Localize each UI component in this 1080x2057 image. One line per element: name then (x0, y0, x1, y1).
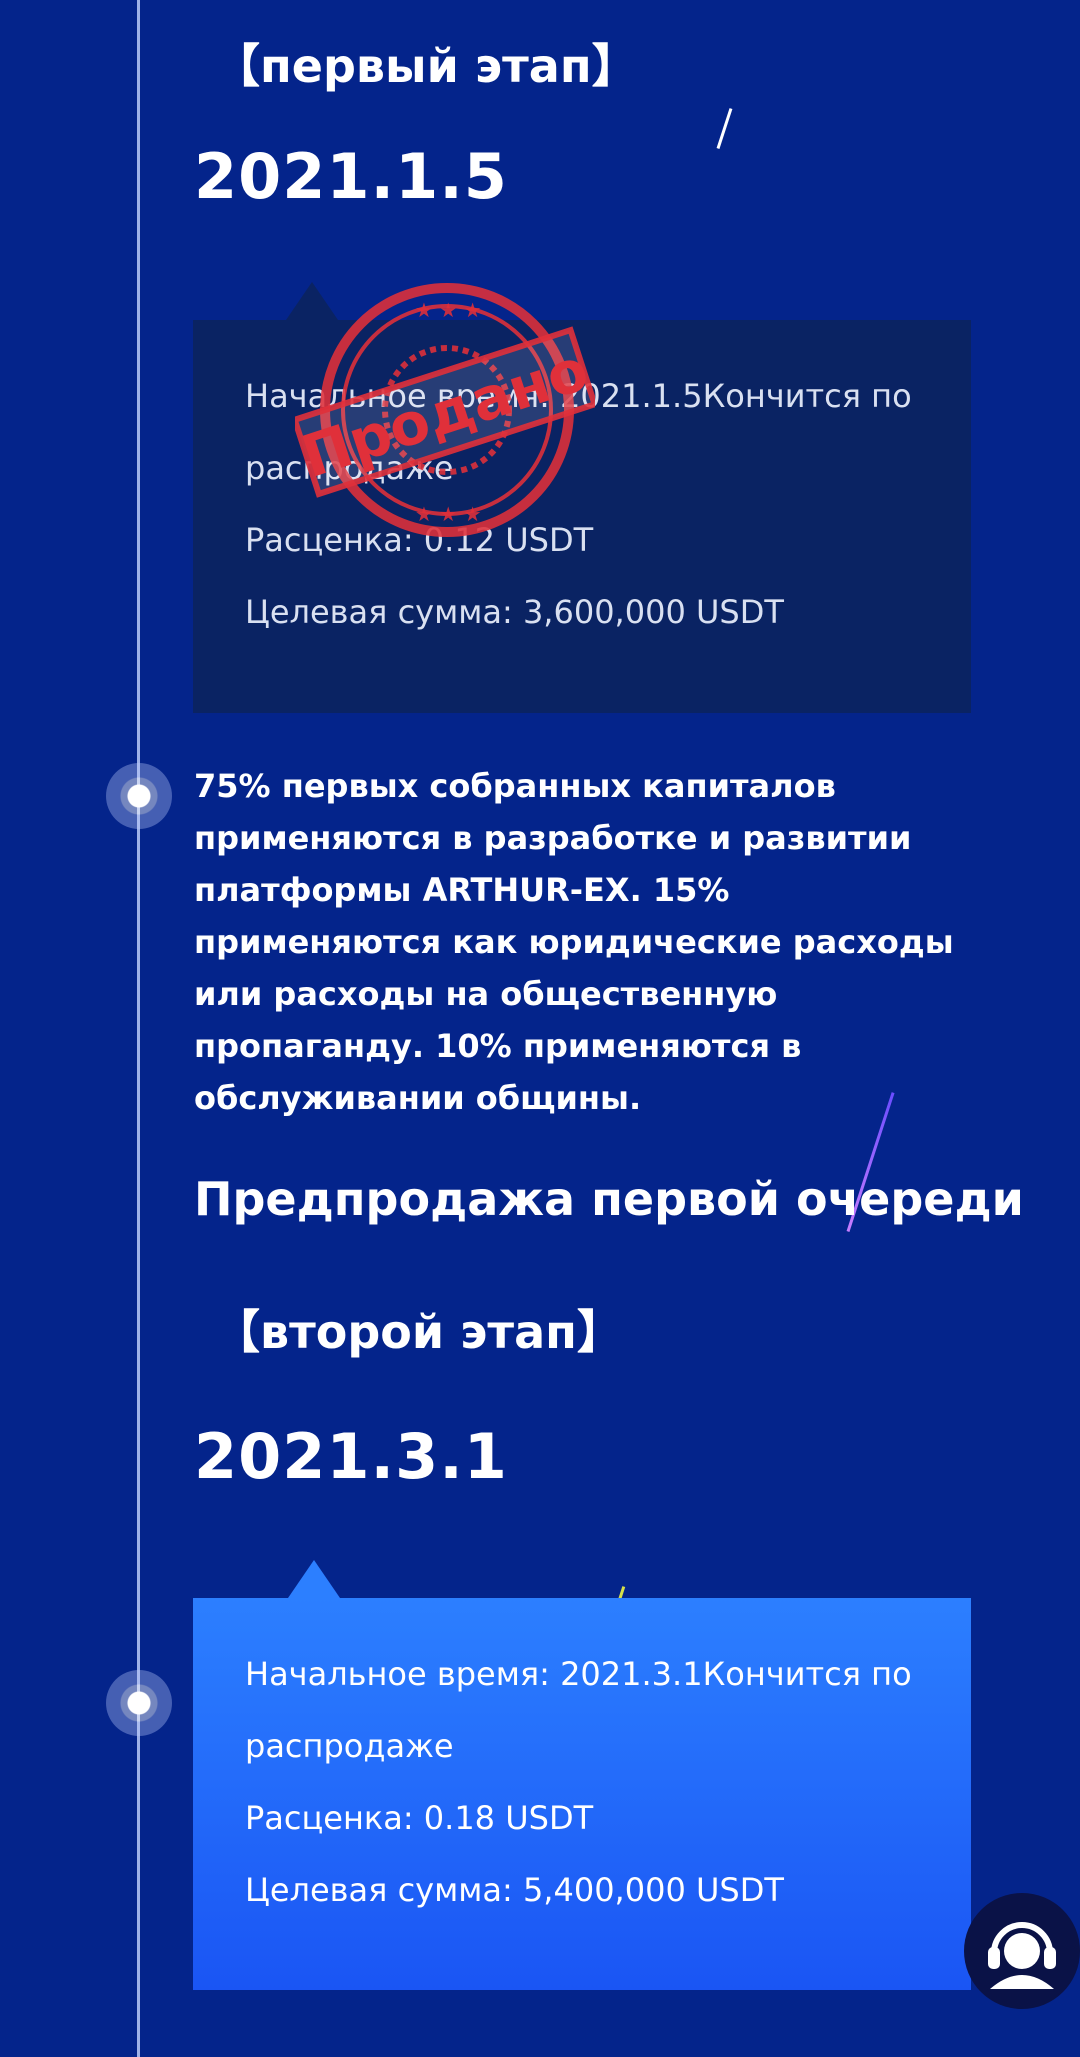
card-start-time-cont: распродаже (245, 1727, 454, 1765)
customer-support-button[interactable] (964, 1893, 1080, 2009)
stage-date-second: 2021.3.1 (194, 1420, 508, 1493)
presale-heading: Предпродажа первой очереди (194, 1172, 1024, 1226)
card-target: Целевая сумма: 3,600,000 USDT (245, 593, 784, 631)
allocation-description: 75% первых собранных капиталов применяют… (194, 767, 954, 1117)
stage-title-second: 【второй этап】 (214, 1305, 623, 1359)
decorative-streak (716, 108, 733, 149)
timeline-dot-icon (106, 1670, 172, 1736)
stage-title-first: 【первый этап】 (214, 39, 638, 93)
svg-text:★ ★ ★: ★ ★ ★ (415, 298, 482, 322)
svg-text:★ ★ ★: ★ ★ ★ (415, 502, 482, 526)
sold-stamp-icon: ★ ★ ★ ★ ★ ★ Продано (295, 283, 595, 537)
timeline-dot-icon (106, 763, 172, 829)
card-target: Целевая сумма: 5,400,000 USDT (245, 1871, 784, 1909)
customer-support-headset-icon (988, 1922, 1056, 1989)
card-price: Расценка: 0.18 USDT (245, 1799, 594, 1837)
card-start-time: Начальное время: 2021.3.1Кончится по (245, 1655, 912, 1693)
stage-date-first: 2021.1.5 (194, 140, 508, 213)
card-pointer (288, 1560, 340, 1598)
stage-card-second: Начальное время: 2021.3.1Кончится по рас… (193, 1598, 971, 1990)
timeline-line (137, 0, 140, 2057)
